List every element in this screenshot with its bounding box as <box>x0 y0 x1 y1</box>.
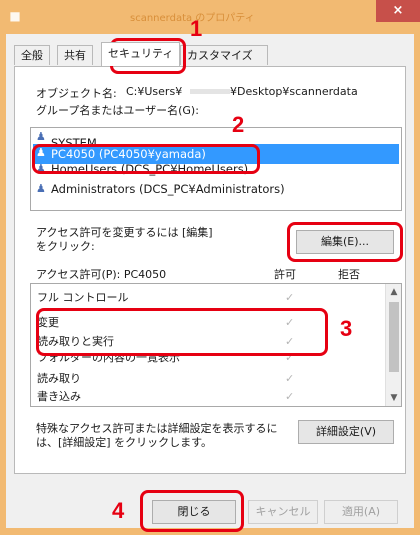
callout-number-4: 4 <box>112 498 125 523</box>
title-bar: ■ scannerdata のプロパティ × <box>0 0 420 32</box>
allow-check-icon: ✓ <box>285 335 295 348</box>
edit-hint-line2: をクリック: <box>36 240 95 253</box>
group-label: グループ名またはユーザー名(G): <box>36 104 199 117</box>
user-name: HomeUsers (DCS_PC¥HomeUsers) <box>51 164 249 176</box>
callout-number-3: 3 <box>340 316 353 341</box>
user-listbox[interactable]: ♟ SYSTEM ♟ PC4050 (PC4050¥yamada) ♟ Home… <box>30 127 402 211</box>
redacted-username <box>190 89 230 94</box>
list-item-system[interactable]: ♟ SYSTEM <box>33 130 399 144</box>
group-icon: ♟ <box>36 130 46 143</box>
user-name: Administrators (DCS_PC¥Administrators) <box>51 182 285 196</box>
edit-button[interactable]: 編集(E)... <box>296 230 394 254</box>
group-icon: ♟ <box>36 164 46 175</box>
perm-name: 変更 <box>37 316 59 329</box>
perm-row-list-folder: フォルダーの内容の一覧表示 ✓ <box>37 353 377 367</box>
perm-name: 読み取りと実行 <box>37 335 114 348</box>
perm-row-read: 読み取り ✓ <box>37 370 377 388</box>
window-title: scannerdata のプロパティ <box>130 13 255 23</box>
allow-column-header: 許可 <box>274 268 296 281</box>
user-name: PC4050 (PC4050¥yamada) <box>51 147 206 161</box>
tab-sharing[interactable]: 共有 <box>57 45 93 65</box>
perm-name: フル コントロール <box>37 291 129 302</box>
perm-row-modify: 変更 ✓ <box>37 314 377 332</box>
list-item-homeusers[interactable]: ♟ HomeUsers (DCS_PC¥HomeUsers) <box>33 164 399 178</box>
apply-button[interactable]: 適用(A) <box>324 500 398 524</box>
tab-customize-label: カスタマイズ <box>187 49 253 62</box>
tab-customize[interactable]: カスタマイズ <box>180 45 268 65</box>
perm-row-full-control: フル コントロール ✓ <box>37 288 377 302</box>
permissions-header-label: アクセス許可(P): PC4050 <box>36 268 167 281</box>
close-window-button[interactable]: × <box>376 0 420 22</box>
user-name: SYSTEM <box>51 136 97 144</box>
scroll-up-arrow-icon[interactable]: ▲ <box>386 284 401 300</box>
allow-check-icon: ✓ <box>285 372 295 385</box>
object-name-label: オブジェクト名: <box>36 87 117 100</box>
user-icon: ♟ <box>36 146 46 159</box>
allow-check-icon: ✓ <box>285 390 295 403</box>
tab-security[interactable]: セキュリティ <box>101 42 181 66</box>
perm-name: フォルダーの内容の一覧表示 <box>37 353 180 364</box>
allow-check-icon: ✓ <box>285 291 295 302</box>
allow-check-icon: ✓ <box>285 353 295 364</box>
scroll-thumb[interactable] <box>389 302 399 372</box>
advanced-button[interactable]: 詳細設定(V) <box>298 420 394 444</box>
tab-general[interactable]: 全般 <box>14 45 50 65</box>
folder-icon: ■ <box>9 9 21 23</box>
allow-check-icon: ✓ <box>285 316 295 329</box>
permissions-scrollbar[interactable]: ▲ ▼ <box>385 284 401 406</box>
scroll-down-arrow-icon[interactable]: ▼ <box>386 390 401 406</box>
group-icon: ♟ <box>36 182 46 195</box>
object-path-suffix: ¥Desktop¥scannerdata <box>230 85 358 98</box>
list-item-pc4050[interactable]: ♟ PC4050 (PC4050¥yamada) <box>33 144 399 164</box>
list-item-administrators[interactable]: ♟ Administrators (DCS_PC¥Administrators) <box>33 180 399 198</box>
perm-name: 読み取り <box>37 372 81 385</box>
permissions-list: フル コントロール ✓ 変更 ✓ 読み取りと実行 ✓ フォルダーの内容の一覧表示… <box>30 283 402 407</box>
close-button[interactable]: 閉じる <box>152 500 236 524</box>
advanced-hint-line2: は、[詳細設定] をクリックします。 <box>36 436 212 449</box>
perm-row-write: 書き込み ✓ <box>37 388 377 406</box>
cancel-button[interactable]: キャンセル <box>248 500 318 524</box>
deny-column-header: 拒否 <box>338 268 360 281</box>
object-path-prefix: C:¥Users¥ <box>126 85 183 98</box>
callout-number-1: 1 <box>190 16 203 41</box>
callout-number-2: 2 <box>232 112 245 137</box>
perm-name: 書き込み <box>37 390 81 403</box>
perm-row-read-execute: 読み取りと実行 ✓ <box>37 333 377 351</box>
